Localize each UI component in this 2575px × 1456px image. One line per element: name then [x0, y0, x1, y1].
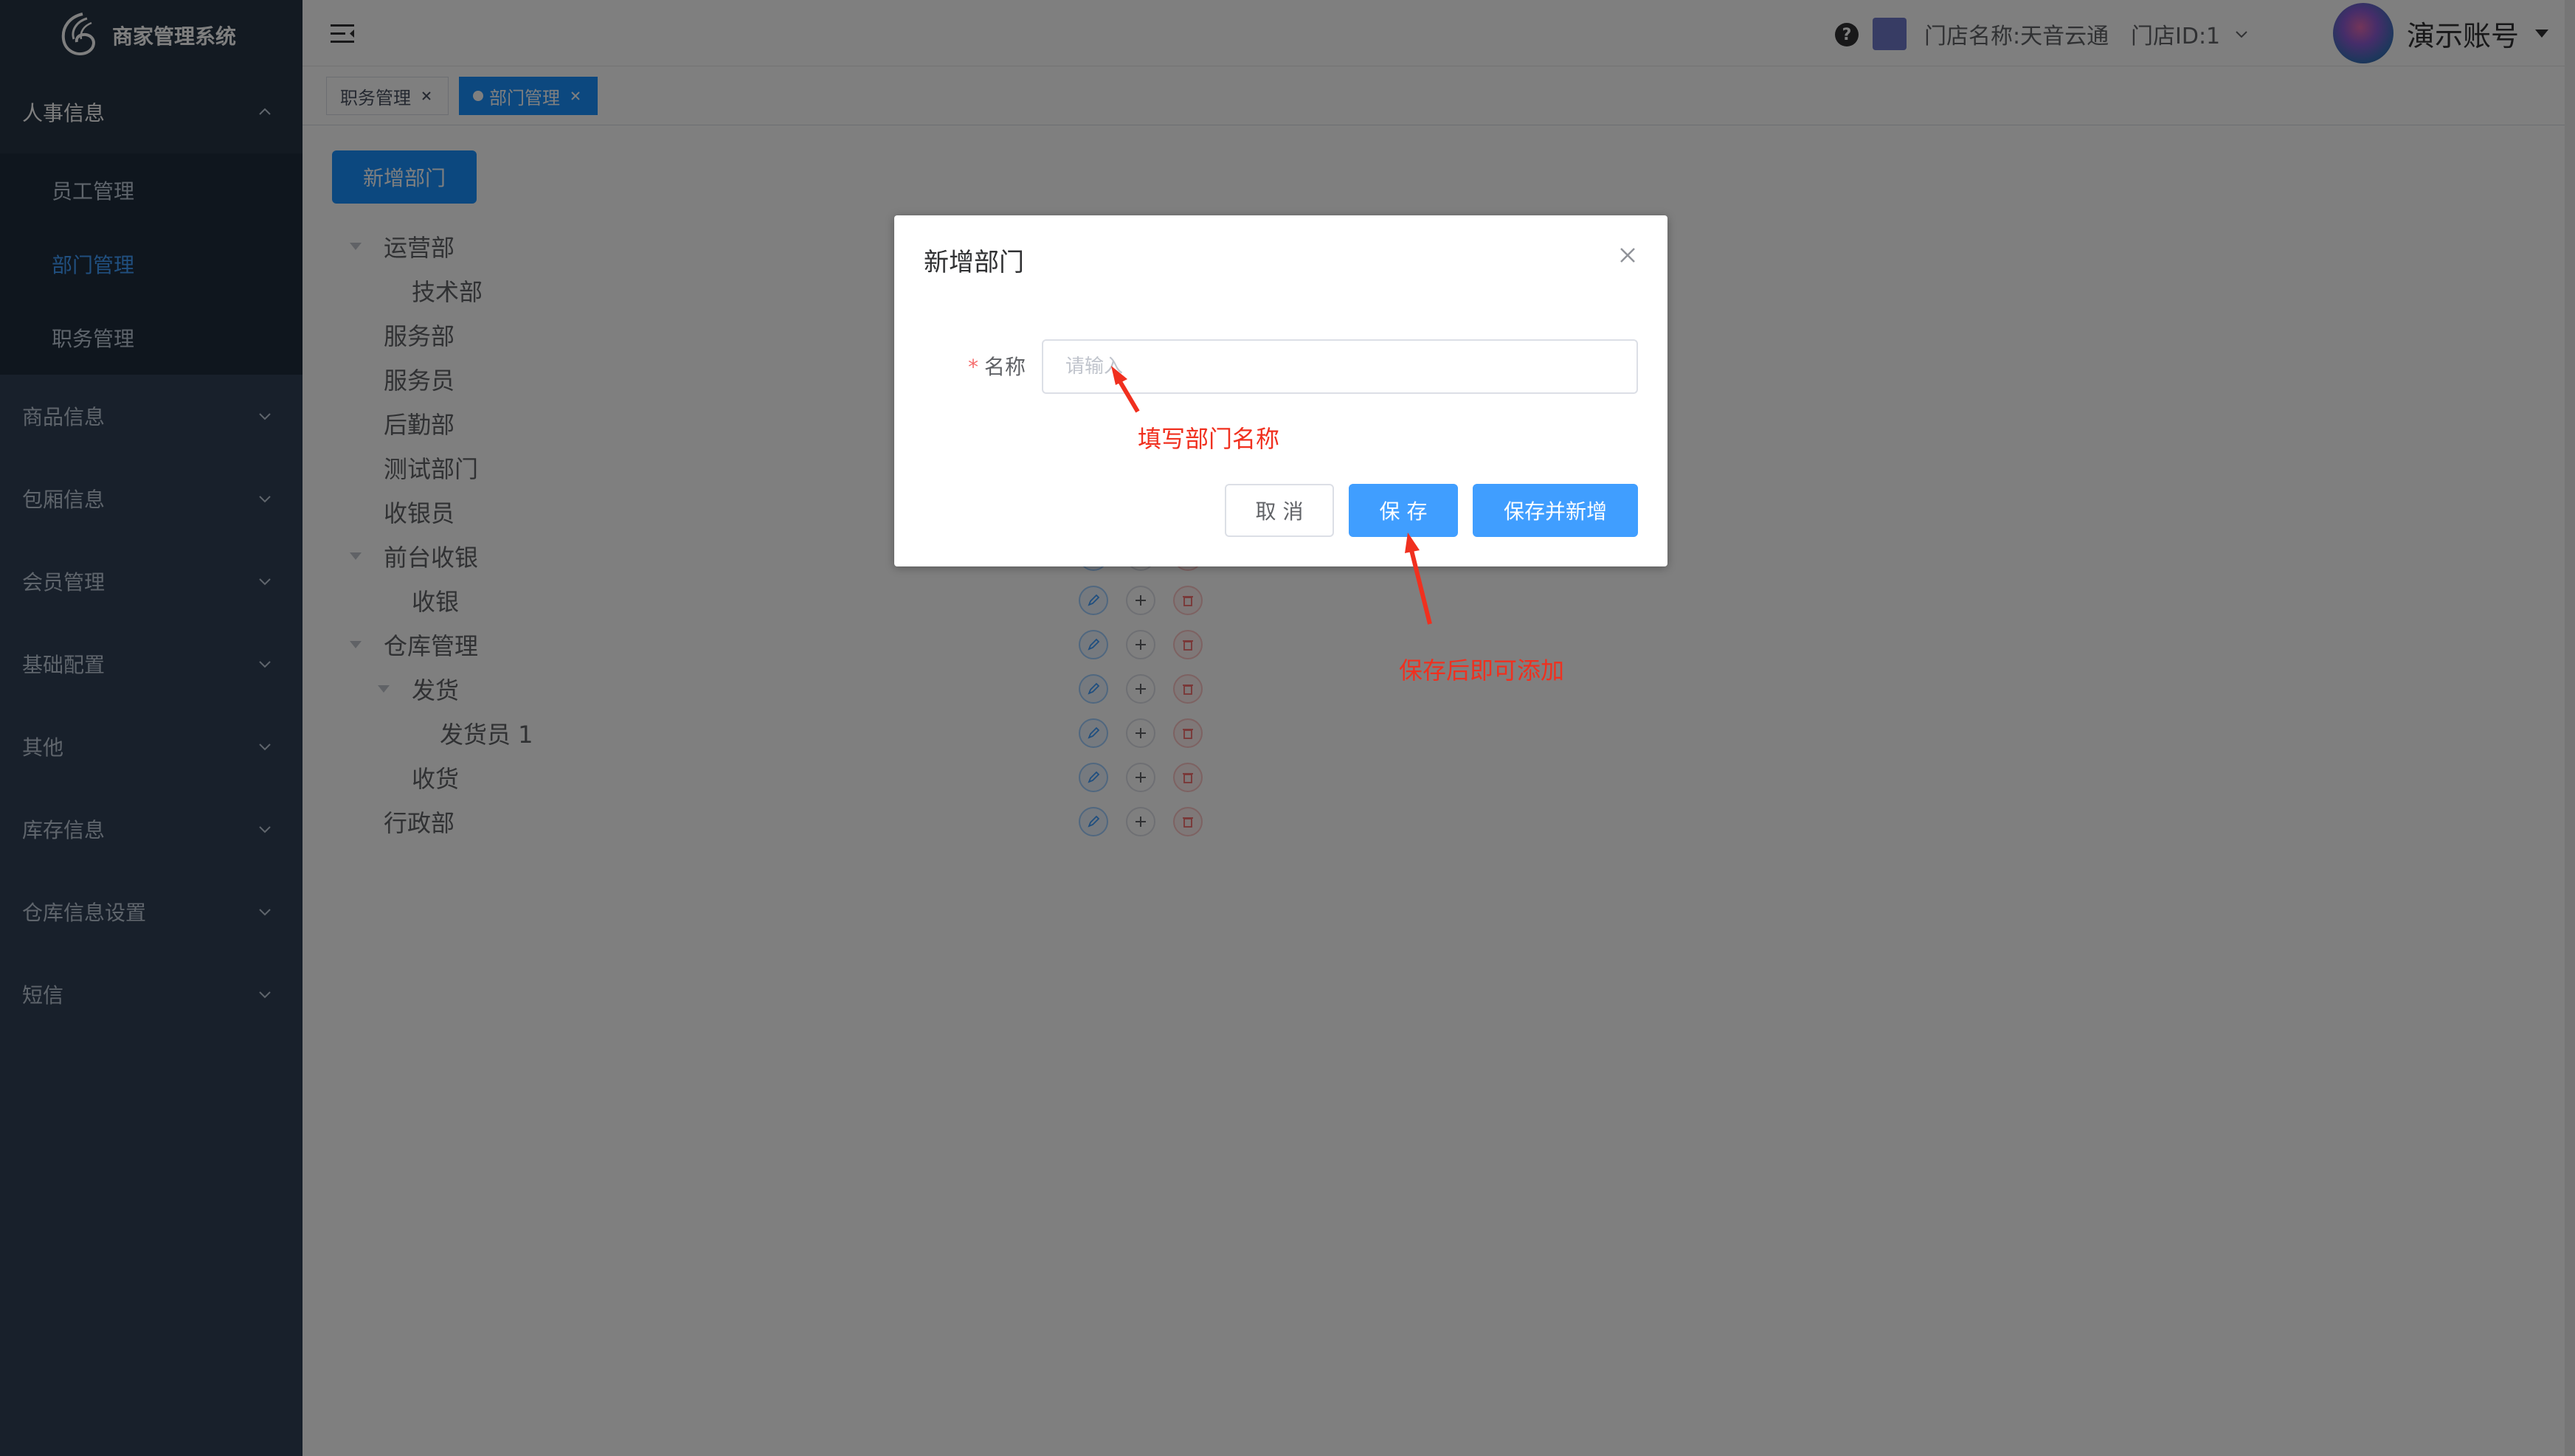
name-label-text: 名称: [984, 355, 1026, 379]
close-icon[interactable]: [1617, 245, 1638, 266]
dialog-title: 新增部门: [924, 248, 1024, 277]
name-field-label: * 名称: [968, 351, 1026, 381]
required-asterisk: *: [968, 355, 978, 379]
department-name-input[interactable]: [1042, 339, 1638, 394]
save-and-add-button[interactable]: 保存并新增: [1473, 484, 1638, 537]
add-department-dialog: 新增部门 *名称 取 消 保 存 保存并新增: [894, 215, 1667, 566]
cancel-button[interactable]: 取 消: [1225, 484, 1334, 537]
save-button[interactable]: 保 存: [1349, 484, 1458, 537]
name-hint-annotation: 填写部门名称: [1138, 425, 1280, 453]
save-hint-annotation: 保存后即可添加: [1399, 656, 1565, 684]
